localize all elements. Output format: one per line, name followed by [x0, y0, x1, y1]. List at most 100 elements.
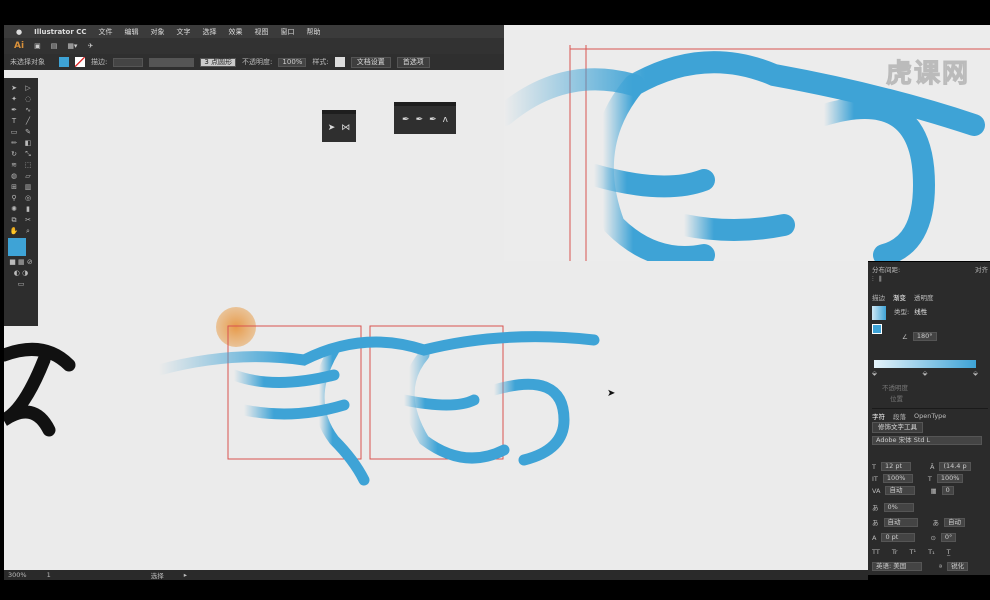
draw-mode-icons[interactable]: ◐ ◑: [8, 269, 34, 278]
document-setup-button[interactable]: 文档设置: [350, 56, 391, 68]
type-tool-icon[interactable]: T: [8, 117, 20, 126]
width-tool-icon[interactable]: ≋: [8, 161, 20, 170]
fill-swatch[interactable]: [59, 57, 69, 67]
gradient-stop-right[interactable]: ⬙: [973, 369, 978, 377]
graph-tool-icon[interactable]: ▮: [22, 205, 34, 214]
underline-icon[interactable]: T̲: [947, 548, 951, 556]
curvature-tool-icon[interactable]: ∿: [22, 106, 34, 115]
tab-paragraph[interactable]: 段落: [893, 411, 906, 421]
stock-icon[interactable]: ▤: [51, 42, 58, 50]
gradient-type-dropdown[interactable]: 线性: [914, 306, 927, 316]
baseline-shift-field[interactable]: 0 pt: [881, 533, 916, 542]
menu-type[interactable]: 文字: [177, 27, 191, 37]
shape-builder-icon[interactable]: ◍: [8, 172, 20, 181]
lasso-icon[interactable]: ◌: [22, 95, 34, 104]
delete-anchor-icon[interactable]: ✒: [429, 115, 437, 125]
subscript-icon[interactable]: T₁: [928, 548, 935, 556]
superscript-icon[interactable]: T¹: [910, 548, 917, 556]
gradient-tool-icon[interactable]: ▥: [22, 183, 34, 192]
fill-color-swatch[interactable]: [8, 238, 26, 256]
arrow-icon[interactable]: ➤: [328, 123, 336, 133]
gradient-preview-swatch[interactable]: [872, 306, 886, 320]
leading-field[interactable]: (14.4 p: [939, 462, 971, 471]
tab-transparency[interactable]: 透明度: [914, 292, 934, 302]
angle-field[interactable]: 180°: [912, 332, 937, 341]
touch-type-tool-button[interactable]: 修饰文字工具: [872, 422, 923, 433]
artboard-number[interactable]: 1: [47, 571, 51, 579]
menu-help[interactable]: 帮助: [307, 27, 321, 37]
eyedropper-icon[interactable]: ⚲: [8, 194, 20, 203]
screen-mode-icon[interactable]: ▭: [8, 280, 34, 289]
aki-right-field[interactable]: 自动: [944, 517, 965, 527]
font-family-dropdown[interactable]: Adobe 宋体 Std L: [872, 436, 982, 445]
kerning-field[interactable]: 自动: [885, 486, 916, 495]
style-swatch[interactable]: [334, 57, 345, 67]
distribute-vertical-icon[interactable]: ⫶: [872, 275, 874, 284]
zoom-level[interactable]: 300%: [8, 571, 27, 579]
menu-select[interactable]: 选择: [203, 27, 217, 37]
direct-selection-tool-icon[interactable]: ▷: [22, 84, 34, 93]
small-caps-icon[interactable]: Tr: [892, 548, 898, 556]
stroke-swatch[interactable]: [75, 57, 85, 67]
tab-gradient[interactable]: 渐变: [893, 292, 906, 302]
tracking-field[interactable]: 0: [941, 486, 954, 495]
pen-tool-icon[interactable]: ✒: [8, 106, 20, 115]
char-rotation-field[interactable]: 0°: [940, 533, 957, 542]
mesh-tool-icon[interactable]: ⊞: [8, 183, 20, 192]
app-name[interactable]: Illustrator CC: [34, 28, 86, 36]
antialias-dropdown[interactable]: 锐化: [947, 562, 969, 571]
pen-icon[interactable]: ✒: [402, 115, 410, 125]
menu-file[interactable]: 文件: [99, 27, 113, 37]
horizontal-scale-field[interactable]: 100%: [936, 474, 964, 483]
fill-stroke-swatch[interactable]: [872, 324, 882, 334]
aki-left-field[interactable]: 自动: [883, 517, 918, 527]
add-anchor-icon[interactable]: ✒: [416, 115, 424, 125]
menu-view[interactable]: 视图: [255, 27, 269, 37]
zoom-tool-icon[interactable]: ⌕: [22, 227, 34, 236]
brush-dropdown[interactable]: 3 点圆形: [200, 57, 237, 67]
perspective-icon[interactable]: ▱: [22, 172, 34, 181]
rectangle-tool-icon[interactable]: ▭: [8, 128, 20, 137]
menu-object[interactable]: 对象: [151, 27, 165, 37]
opacity-field[interactable]: 100%: [278, 57, 307, 67]
language-dropdown[interactable]: 英语: 美国: [872, 562, 922, 571]
convert-anchor-icon[interactable]: ʌ: [443, 115, 448, 125]
magic-wand-icon[interactable]: ✦: [8, 95, 20, 104]
stroke-weight-field[interactable]: [113, 57, 144, 67]
color-mode-icons[interactable]: ■ ▦ ⊘: [8, 258, 34, 267]
blend-tool-icon[interactable]: ◎: [22, 194, 34, 203]
menu-window[interactable]: 窗口: [281, 27, 295, 37]
hand-tool-icon[interactable]: ✋: [8, 227, 20, 236]
all-caps-icon[interactable]: TT: [872, 548, 880, 556]
scale-tool-icon[interactable]: ⤡: [22, 150, 34, 159]
bridge-icon[interactable]: ▣: [34, 42, 41, 50]
line-tool-icon[interactable]: ╱: [22, 117, 34, 126]
preferences-button[interactable]: 首选项: [396, 56, 430, 68]
selection-tool-icon[interactable]: ➤: [8, 84, 20, 93]
tsume-field[interactable]: 0%: [883, 502, 914, 512]
free-transform-icon[interactable]: ⬚: [22, 161, 34, 170]
gpu-icon[interactable]: ✈: [87, 42, 93, 50]
tab-opentype[interactable]: OpenType: [914, 412, 946, 420]
gradient-stop-left[interactable]: ⬙: [872, 369, 877, 377]
variable-width-field[interactable]: [149, 57, 195, 67]
menu-edit[interactable]: 编辑: [125, 27, 139, 37]
gradient-slider[interactable]: [874, 360, 976, 368]
eraser-icon[interactable]: ◧: [22, 139, 34, 148]
pencil-icon[interactable]: ✏: [8, 139, 20, 148]
tab-character[interactable]: 字符: [872, 411, 885, 421]
status-arrow-icon[interactable]: ▸: [184, 571, 187, 579]
symbol-sprayer-icon[interactable]: ✺: [8, 205, 20, 214]
vertical-scale-field[interactable]: 100%: [882, 474, 913, 483]
anchor-icon[interactable]: ⋈: [341, 123, 350, 133]
current-tool[interactable]: 选择: [151, 570, 164, 580]
tab-stroke[interactable]: 描边: [872, 292, 885, 302]
slice-tool-icon[interactable]: ✂: [22, 216, 34, 225]
rotate-tool-icon[interactable]: ↻: [8, 150, 20, 159]
menu-effect[interactable]: 效果: [229, 27, 243, 37]
artboard-tool-icon[interactable]: ⧉: [8, 216, 20, 225]
arrange-icon[interactable]: ▦▾: [67, 42, 77, 50]
paintbrush-icon[interactable]: ✎: [22, 128, 34, 137]
apple-icon[interactable]: ●: [16, 28, 22, 36]
gradient-stop-mid[interactable]: ⬙: [923, 369, 928, 377]
